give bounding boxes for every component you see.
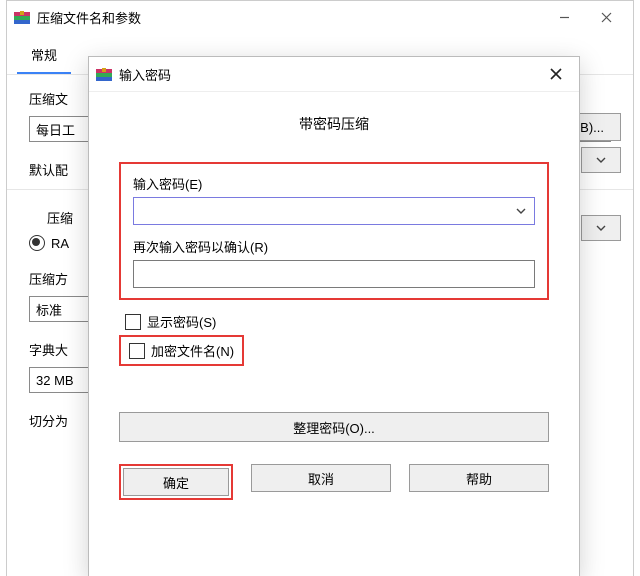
confirm-password-label: 再次输入密码以确认(R) xyxy=(133,237,535,256)
default-profile-label: 默认配 xyxy=(29,160,77,179)
encrypt-filenames-checkbox[interactable] xyxy=(129,343,145,359)
archive-name-label: 压缩文 xyxy=(29,89,77,108)
password-dialog: 输入密码 带密码压缩 输入密码(E) 再次输入密码以确认(R) xyxy=(88,56,580,576)
parent-title: 压缩文件名和参数 xyxy=(37,8,543,27)
help-button[interactable]: 帮助 xyxy=(409,464,549,492)
format-rar-label: RA xyxy=(51,236,69,251)
compression-label: 压缩方 xyxy=(29,269,77,288)
show-password-checkbox[interactable] xyxy=(125,314,141,330)
modal-heading: 带密码压缩 xyxy=(119,114,549,134)
enter-password-input[interactable] xyxy=(133,197,535,225)
organize-passwords-button[interactable]: 整理密码(O)... xyxy=(119,412,549,442)
minimize-button[interactable] xyxy=(543,3,585,31)
winrar-icon xyxy=(13,8,31,26)
dictionary-value: 32 MB xyxy=(36,373,74,388)
archive-name-chevron[interactable] xyxy=(581,147,621,173)
chevron-down-icon[interactable] xyxy=(515,205,527,217)
profile-chevron[interactable] xyxy=(581,215,621,241)
encrypt-filenames-label: 加密文件名(N) xyxy=(151,341,234,360)
enter-password-label: 输入密码(E) xyxy=(133,174,535,193)
chevron-down-icon xyxy=(595,222,607,234)
password-group-highlight: 输入密码(E) 再次输入密码以确认(R) xyxy=(119,162,549,300)
compression-value: 标准 xyxy=(36,300,62,319)
dictionary-label: 字典大 xyxy=(29,340,77,359)
cancel-button[interactable]: 取消 xyxy=(251,464,391,492)
split-label: 切分为 xyxy=(29,411,77,430)
close-button[interactable] xyxy=(585,3,627,31)
winrar-icon xyxy=(95,65,113,83)
show-password-label: 显示密码(S) xyxy=(147,312,216,331)
ok-button-highlight: 确定 xyxy=(119,464,233,500)
modal-title: 输入密码 xyxy=(119,65,539,84)
parent-titlebar: 压缩文件名和参数 xyxy=(7,1,633,33)
modal-titlebar: 输入密码 xyxy=(89,57,579,92)
chevron-down-icon xyxy=(595,154,607,166)
confirm-password-input[interactable] xyxy=(133,260,535,288)
ok-button[interactable]: 确定 xyxy=(123,468,229,496)
archive-name-value: 每日工 xyxy=(36,120,75,139)
format-rar-radio[interactable] xyxy=(29,235,45,251)
tab-general[interactable]: 常规 xyxy=(17,39,71,74)
modal-close-button[interactable] xyxy=(539,60,573,88)
